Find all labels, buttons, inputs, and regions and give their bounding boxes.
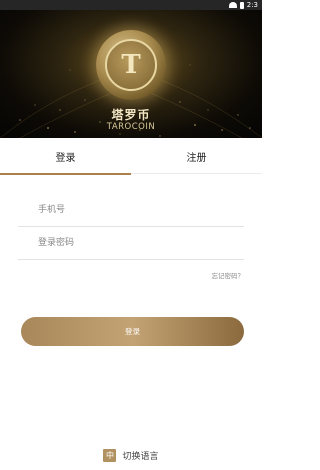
brand-header: T 塔罗币 TAROCOIN bbox=[0, 10, 262, 138]
language-icon: 中 bbox=[103, 449, 117, 462]
status-bar: 2:3 bbox=[0, 0, 262, 10]
tab-login[interactable]: 登录 bbox=[0, 138, 131, 175]
tab-login-label: 登录 bbox=[55, 152, 76, 164]
login-form bbox=[18, 194, 244, 260]
login-button[interactable]: 登录 bbox=[21, 317, 244, 346]
status-icons: 2:3 bbox=[228, 0, 258, 10]
coin-emblem: T bbox=[105, 39, 157, 91]
forgot-password-link[interactable]: 忘记密码？ bbox=[212, 270, 245, 280]
wifi-icon bbox=[228, 2, 237, 8]
tab-register[interactable]: 注册 bbox=[131, 138, 262, 174]
tab-active-indicator bbox=[0, 173, 131, 175]
coin-symbol: T bbox=[121, 50, 141, 80]
password-input[interactable] bbox=[18, 227, 244, 259]
auth-tabs: 登录 注册 bbox=[0, 138, 262, 175]
switch-language-button[interactable]: 中 切换语言 bbox=[0, 449, 262, 462]
coin-logo: T bbox=[96, 30, 166, 100]
battery-icon bbox=[239, 1, 244, 9]
phone-field-row bbox=[18, 194, 244, 227]
password-field-row bbox=[18, 227, 244, 260]
status-time: 2:3 bbox=[246, 1, 258, 9]
phone-input[interactable] bbox=[18, 194, 244, 226]
brand-name-en: TAROCOIN bbox=[106, 122, 156, 132]
switch-language-label: 切换语言 bbox=[122, 452, 159, 462]
tab-register-label: 注册 bbox=[186, 152, 207, 164]
brand-name-cn: 塔罗币 bbox=[111, 108, 151, 122]
